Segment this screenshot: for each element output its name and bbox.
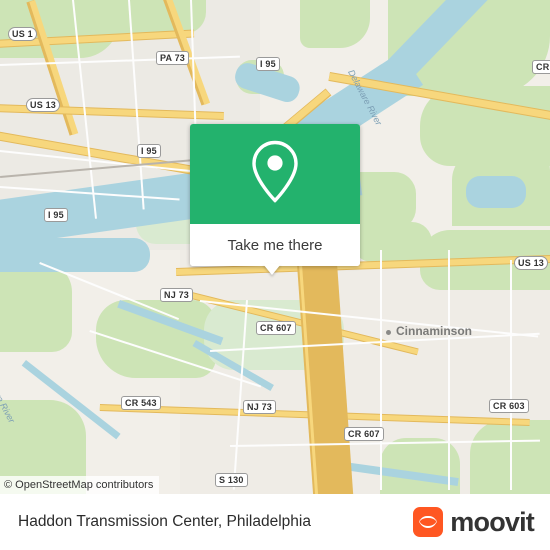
river-delaware — [0, 238, 150, 272]
popup-header — [190, 124, 360, 224]
place-dot — [386, 330, 391, 335]
green-area — [300, 0, 370, 48]
green-area — [0, 262, 72, 352]
moovit-mark-icon — [413, 507, 444, 537]
road-shield-cr[interactable]: CR — [532, 60, 550, 74]
map-canvas[interactable]: Delaware River re River Cinnaminson US 1… — [0, 0, 550, 494]
road-shield-i95[interactable]: I 95 — [44, 208, 68, 222]
footer-bar: Haddon Transmission Center, Philadelphia… — [0, 494, 550, 550]
road-shield-cr543[interactable]: CR 543 — [121, 396, 161, 410]
road-shield-i95[interactable]: I 95 — [137, 144, 161, 158]
moovit-wordmark: moovit — [450, 506, 535, 537]
road-minor — [510, 260, 512, 490]
screenshot-root: Delaware River re River Cinnaminson US 1… — [0, 0, 550, 550]
road-shield-us13[interactable]: US 13 — [514, 256, 549, 270]
pond — [466, 176, 526, 208]
road-shield-nj73[interactable]: NJ 73 — [243, 400, 277, 414]
map-attribution[interactable]: © OpenStreetMap contributors — [0, 476, 160, 494]
moovit-logo[interactable]: moovit — [413, 506, 535, 538]
road-minor — [380, 250, 382, 490]
road-shield-us13[interactable]: US 13 — [26, 98, 61, 112]
road-shield-us130[interactable]: S 130 — [215, 473, 248, 487]
road-shield-cr607[interactable]: CR 607 — [344, 427, 384, 441]
place-label-cinnaminson: Cinnaminson — [396, 324, 473, 338]
road-minor — [448, 250, 450, 490]
road-shield-cr603[interactable]: CR 603 — [489, 399, 529, 413]
location-popup[interactable]: Take me there — [190, 124, 360, 266]
road-shield-i95[interactable]: I 95 — [256, 57, 280, 71]
road-shield-us1[interactable]: US 1 — [8, 27, 37, 41]
road-shield-nj73[interactable]: NJ 73 — [160, 288, 194, 302]
map-pin-icon — [251, 140, 299, 208]
location-title: Haddon Transmission Center, Philadelphia — [18, 513, 311, 530]
take-me-there-button[interactable]: Take me there — [190, 224, 360, 266]
road-shield-cr607[interactable]: CR 607 — [256, 321, 296, 335]
popup-pointer — [263, 264, 281, 275]
road-shield-pa73[interactable]: PA 73 — [156, 51, 190, 65]
